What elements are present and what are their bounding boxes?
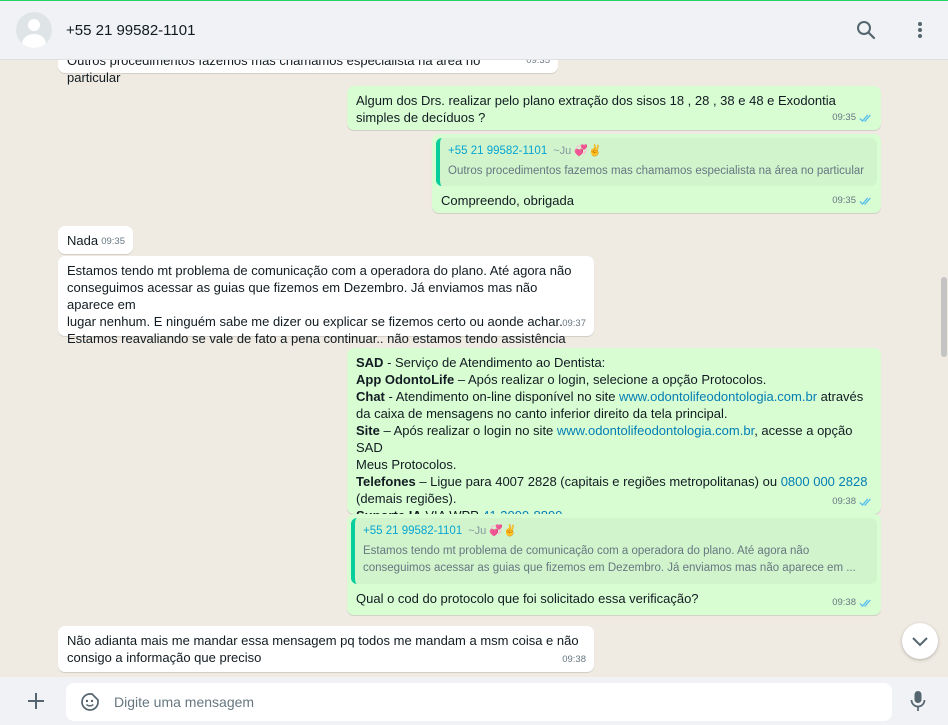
double-check-icon: [859, 114, 871, 122]
message-outgoing[interactable]: +55 21 99582-1101 ~Ju 💞✌️ Outros procedim…: [432, 134, 881, 213]
plus-icon[interactable]: [24, 689, 48, 713]
quote-text: Estamos tendo mt problema de comunicação…: [363, 545, 810, 557]
message-incoming[interactable]: Não adianta mais me mandar essa mensagem…: [58, 626, 594, 672]
double-check-icon: [859, 599, 871, 607]
message-text: Qual o cod do protocolo que foi solicita…: [356, 591, 699, 606]
message-time: 09:35: [101, 236, 125, 247]
message-time: 09:35: [832, 192, 873, 209]
message-incoming[interactable]: Outros procedimentos fazemos mas chamamo…: [58, 60, 558, 85]
menu-icon[interactable]: [908, 18, 932, 42]
contact-name[interactable]: +55 21 99582-1101: [66, 22, 195, 39]
quote-author: +55 21 99582-1101: [448, 145, 548, 157]
quote-author: +55 21 99582-1101: [363, 525, 463, 537]
mic-icon[interactable]: [906, 689, 930, 713]
compose-bar: [0, 677, 948, 725]
message-outgoing[interactable]: SAD - Serviço de Atendimento ao Dentista…: [347, 348, 881, 523]
message-time: 09:38: [562, 654, 586, 665]
message-incoming[interactable]: Nada 09:35: [58, 226, 133, 254]
message-line: Estamos reavaliando se vale de fato a pe…: [67, 331, 566, 346]
message-line: lugar nenhum. E ninguém sabe me dizer ou…: [67, 314, 563, 329]
label-phones: Telefones: [356, 474, 416, 489]
message-time: 09:38: [832, 594, 873, 611]
message-outgoing[interactable]: +55 21 99582-1101 ~Ju 💞✌️ Estamos tendo m…: [347, 514, 881, 615]
message-time: 09:35: [526, 60, 550, 66]
message-time: 09:35: [832, 109, 873, 126]
message-text: Algum dos Drs. realizar pelo plano extra…: [356, 93, 836, 125]
scrollbar[interactable]: [940, 60, 948, 677]
quote-text: Outros procedimentos fazemos mas chamamo…: [448, 165, 865, 177]
double-check-icon: [859, 197, 871, 205]
quoted-message[interactable]: +55 21 99582-1101 ~Ju 💞✌️ Estamos tendo m…: [351, 518, 877, 584]
sticker-icon[interactable]: [78, 690, 102, 714]
chevron-down-icon: [912, 637, 928, 647]
avatar[interactable]: [16, 12, 52, 48]
label-site: Site: [356, 423, 380, 438]
quoted-message[interactable]: +55 21 99582-1101 ~Ju 💞✌️ Outros procedim…: [436, 138, 877, 186]
message-line: conseguimos acessar as guias que fizemos…: [67, 280, 538, 312]
message-text: Compreendo, obrigada: [441, 193, 574, 208]
message-compose[interactable]: [66, 683, 892, 721]
scroll-down-button[interactable]: [902, 623, 938, 659]
message-incoming[interactable]: Estamos tendo mt problema de comunicação…: [58, 256, 594, 346]
message-list[interactable]: Outros procedimentos fazemos mas chamamo…: [0, 60, 948, 677]
label-chat: Chat: [356, 389, 385, 404]
message-time: 09:38: [832, 493, 873, 510]
message-line: consigo a informação que preciso: [67, 650, 262, 665]
message-line: Estamos tendo mt problema de comunicação…: [67, 263, 572, 278]
message-input[interactable]: [114, 694, 874, 710]
message-line: Não adianta mais me mandar essa mensagem…: [67, 633, 579, 648]
site-link[interactable]: www.odontolifeodontologia.com.br: [619, 389, 817, 404]
message-outgoing[interactable]: Algum dos Drs. realizar pelo plano extra…: [347, 86, 881, 130]
site-link[interactable]: www.odontolifeodontologia.com.br: [557, 423, 754, 438]
label-app: App OdontoLife: [356, 372, 455, 387]
message-time: 09:37: [562, 318, 586, 329]
quote-pushname: ~Ju 💞✌️: [468, 525, 517, 537]
quote-pushname: ~Ju 💞✌️: [553, 145, 602, 157]
quote-text: conseguimos acessar as guias que fizemos…: [363, 562, 856, 574]
label-sad: SAD: [356, 355, 384, 370]
scrollbar-thumb[interactable]: [941, 277, 947, 357]
chat-header: +55 21 99582-1101: [0, 0, 948, 60]
search-icon[interactable]: [854, 18, 878, 42]
double-check-icon: [859, 498, 871, 506]
phone-link[interactable]: 0800 000 2828: [781, 474, 868, 489]
message-text: Outros procedimentos fazemos mas chamamo…: [67, 60, 481, 85]
